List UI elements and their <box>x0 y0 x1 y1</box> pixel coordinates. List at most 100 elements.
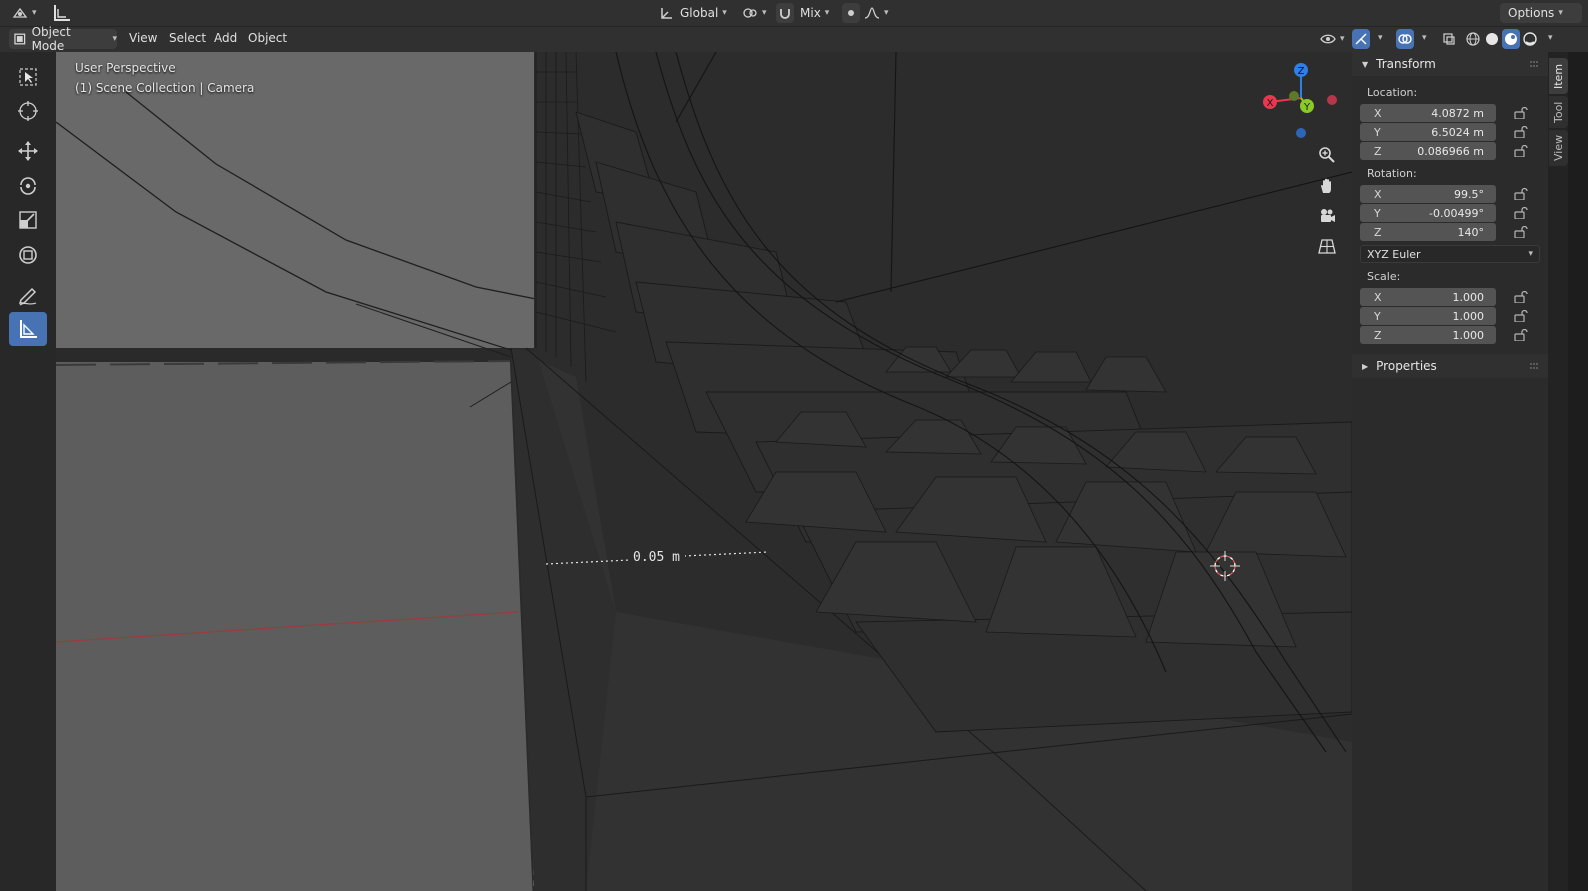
tab-item[interactable]: Item <box>1549 58 1568 94</box>
scale-icon <box>19 211 37 229</box>
proportional-dot-icon <box>848 10 854 16</box>
measure-ruler-icon <box>20 320 37 338</box>
scale-x-field[interactable]: X 1.000 <box>1360 288 1496 306</box>
zoom-button[interactable] <box>1314 142 1340 168</box>
overlays-icon <box>1398 34 1412 44</box>
location-z-field[interactable]: Z 0.086966 m <box>1360 142 1496 160</box>
shading-rendered-button[interactable] <box>1521 29 1539 49</box>
eye-icon <box>1320 34 1336 44</box>
visibility-dropdown[interactable]: ▾ <box>1318 29 1348 49</box>
properties-panel-header[interactable]: ▶ Properties <box>1352 354 1548 378</box>
perspective-toggle-button[interactable] <box>1314 233 1340 259</box>
rotate-tool[interactable] <box>9 168 47 202</box>
rotation-y-field[interactable]: Y -0.00499° <box>1360 204 1496 222</box>
move-tool[interactable] <box>9 134 47 168</box>
overlays-chevron-icon[interactable]: ▾ <box>1422 33 1427 43</box>
rotation-mode-label: XYZ Euler <box>1367 247 1421 261</box>
snap-mode-label: Mix <box>800 6 821 20</box>
chevron-down-icon: ▾ <box>1340 34 1345 44</box>
shading-material-button[interactable] <box>1502 29 1520 49</box>
move-icon <box>18 141 38 161</box>
drag-grip-icon[interactable] <box>1530 362 1540 370</box>
camera-view-button[interactable] <box>1314 203 1340 229</box>
menu-object[interactable]: Object <box>244 31 291 45</box>
falloff-dropdown[interactable]: ▾ <box>862 3 892 23</box>
chevron-down-icon: ▾ <box>884 8 889 18</box>
shading-chevron-icon[interactable]: ▾ <box>1548 33 1553 43</box>
annotate-tool[interactable] <box>9 278 47 312</box>
gizmo-y-label: Y <box>1303 102 1311 113</box>
overlays-toggle[interactable] <box>1396 29 1414 49</box>
lock-location-z-icon[interactable] <box>1514 145 1528 157</box>
transform-panel-header[interactable]: ▼ Transform <box>1352 52 1548 76</box>
orientation-label: Global <box>680 6 719 20</box>
hand-icon <box>1321 178 1331 193</box>
object-mode-icon <box>14 33 26 45</box>
select-box-tool[interactable] <box>9 60 47 94</box>
snap-mode-dropdown[interactable]: Mix ▾ <box>796 3 838 23</box>
material-sphere-icon <box>1505 33 1517 45</box>
rotation-x-field[interactable]: X 99.5° <box>1360 185 1496 203</box>
gizmo-chevron-icon[interactable]: ▾ <box>1378 33 1383 43</box>
gizmo-z-label: Z <box>1298 66 1305 77</box>
lock-scale-y-icon[interactable] <box>1514 310 1528 322</box>
properties-sidebar: ▼ Transform Location: X 4.0872 m Y 6.5024 … <box>1352 52 1548 891</box>
lock-rotation-y-icon[interactable] <box>1514 207 1528 219</box>
grid-icon <box>1318 239 1336 254</box>
rotation-z-field[interactable]: Z 140° <box>1360 223 1496 241</box>
solid-sphere-icon <box>1486 33 1498 45</box>
menu-select[interactable]: Select <box>165 31 210 45</box>
shading-solid-button[interactable] <box>1483 29 1501 49</box>
editor-type-button[interactable]: ▾ <box>8 3 40 23</box>
lock-scale-x-icon[interactable] <box>1514 291 1528 303</box>
select-box-icon <box>19 68 37 86</box>
transform-orientation-dropdown[interactable]: Global ▾ <box>656 3 732 23</box>
pivot-point-dropdown[interactable]: ▾ <box>740 3 770 23</box>
lock-rotation-x-icon[interactable] <box>1514 188 1528 200</box>
chevron-down-icon: ▾ <box>1528 249 1533 259</box>
tab-tool[interactable]: Tool <box>1549 96 1568 128</box>
zoom-icon <box>1319 147 1335 163</box>
proportional-editing-toggle[interactable] <box>842 3 860 23</box>
lock-scale-z-icon[interactable] <box>1514 329 1528 341</box>
3d-viewport[interactable]: User Perspective (1) Scene Collection | … <box>56 52 1352 891</box>
window-edge <box>1568 52 1588 891</box>
navigation-gizmo[interactable]: Z X Y <box>1256 56 1346 146</box>
transform-tool[interactable] <box>9 238 47 272</box>
falloff-curve-icon <box>864 7 880 19</box>
chevron-down-icon: ▾ <box>824 8 830 18</box>
rotation-mode-dropdown[interactable]: XYZ Euler ▾ <box>1360 245 1540 263</box>
pan-button[interactable] <box>1314 173 1340 199</box>
lock-location-x-icon[interactable] <box>1514 107 1528 119</box>
tab-view[interactable]: View <box>1549 130 1568 166</box>
options-dropdown[interactable]: Options ▾ <box>1500 3 1582 23</box>
lock-rotation-z-icon[interactable] <box>1514 226 1528 238</box>
rendered-sphere-icon <box>1523 32 1537 46</box>
lock-location-y-icon[interactable] <box>1514 126 1528 138</box>
scale-y-field[interactable]: Y 1.000 <box>1360 307 1496 325</box>
scale-z-field[interactable]: Z 1.000 <box>1360 326 1496 344</box>
location-x-field[interactable]: X 4.0872 m <box>1360 104 1496 122</box>
wireframe-sphere-icon <box>1466 32 1480 46</box>
collapsed-triangle-icon: ▶ <box>1362 361 1369 371</box>
properties-title: Properties <box>1376 359 1437 373</box>
gizmo-icon <box>1355 33 1367 45</box>
measure-tool[interactable] <box>9 312 47 346</box>
gizmo-toggle[interactable] <box>1352 29 1370 49</box>
measure-label: 0.05 m <box>628 549 685 566</box>
location-y-field[interactable]: Y 6.5024 m <box>1360 123 1496 141</box>
snap-toggle[interactable] <box>776 3 794 23</box>
orientation-icon <box>661 8 672 19</box>
drag-grip-icon[interactable] <box>1530 60 1540 68</box>
expanded-triangle-icon: ▼ <box>1362 59 1369 69</box>
xray-toggle[interactable] <box>1440 29 1458 49</box>
view-name: User Perspective <box>75 61 176 75</box>
scale-tool[interactable] <box>9 203 47 237</box>
scene-render <box>56 52 1352 891</box>
menu-add[interactable]: Add <box>210 31 241 45</box>
cursor-tool[interactable] <box>9 94 47 128</box>
menu-view[interactable]: View <box>125 31 161 45</box>
mode-dropdown[interactable]: Object Mode ▾ <box>9 25 117 53</box>
xray-icon <box>1443 33 1455 45</box>
shading-wireframe-button[interactable] <box>1464 29 1482 49</box>
